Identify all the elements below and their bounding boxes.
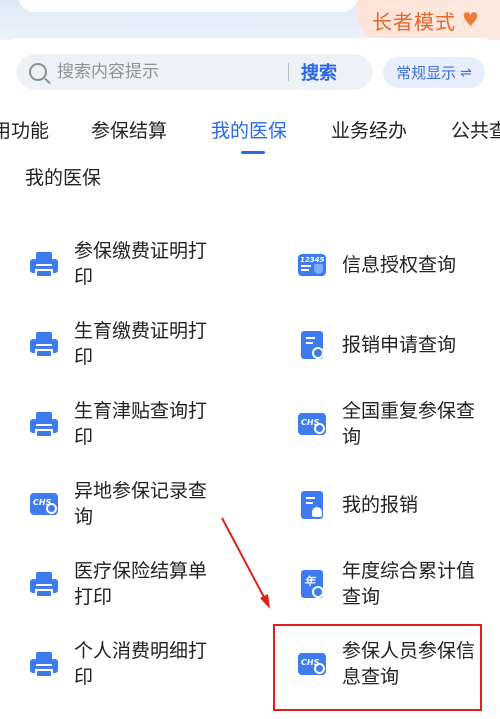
annotation-highlight-box [273,624,482,711]
annotation-arrow [221,517,270,609]
